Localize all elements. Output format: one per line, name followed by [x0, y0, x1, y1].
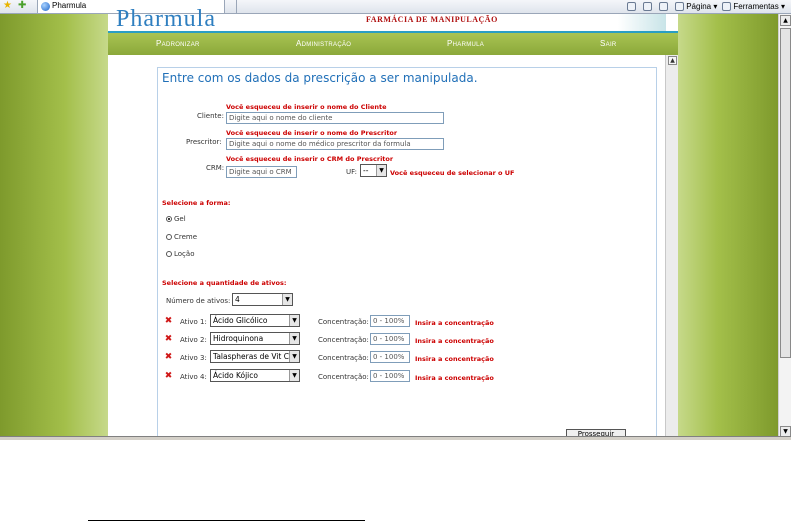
prescritor-label: Prescritor: [186, 138, 222, 146]
remove-ativo-4-icon[interactable]: ✖ [164, 372, 173, 381]
concentracao-1-label: Concentração: [318, 318, 369, 326]
ativo-1-label: Ativo 1: [180, 318, 207, 326]
remove-ativo-1-icon[interactable]: ✖ [164, 317, 173, 326]
document-rule-line [88, 520, 365, 521]
concentracao-3-label: Concentração: [318, 354, 369, 362]
ativos-count-select[interactable]: 4 ▼ [232, 293, 293, 306]
prescritor-input[interactable]: Digite aqui o nome do médico prescritor … [226, 138, 444, 150]
ativo-4-select[interactable]: Ácido Kójico ▼ [210, 369, 300, 382]
page-menu[interactable]: Página ▾ [675, 0, 717, 14]
crm-error: Você esqueceu de inserir o CRM do Prescr… [226, 155, 394, 163]
dropdown-arrow-icon[interactable]: ▼ [282, 294, 292, 305]
main-nav: Padronizar Administração Pharmula Sair [108, 33, 678, 55]
ativo-2-value: Hidroquinona [213, 334, 264, 343]
favorites-star-icon[interactable]: ★ [3, 0, 12, 11]
ativo-3-value: Talaspheras de Vit C [213, 352, 289, 361]
nav-administracao[interactable]: Administração [296, 39, 351, 48]
dropdown-arrow-icon[interactable]: ▼ [289, 370, 299, 381]
header-decoration [618, 14, 666, 32]
prescritor-error: Você esqueceu de inserir o nome do Presc… [226, 129, 398, 137]
scroll-up-icon[interactable]: ▲ [668, 56, 677, 65]
home-icon[interactable] [627, 0, 638, 14]
site-logo[interactable]: Pharmula [116, 6, 216, 33]
browser-status-strip [0, 436, 791, 440]
form-title: Entre com os dados da prescrição a ser m… [162, 71, 478, 85]
scrollbar-thumb[interactable] [780, 28, 791, 358]
nav-padronizar[interactable]: Padronizar [156, 39, 200, 48]
feeds-icon[interactable] [643, 0, 654, 14]
radio-checked-icon[interactable] [166, 216, 172, 222]
cliente-label: Cliente: [197, 112, 224, 120]
cliente-error: Você esqueceu de inserir o nome do Clien… [226, 103, 387, 111]
radio-unchecked-icon[interactable] [166, 251, 172, 257]
ativo-4-value: Ácido Kójico [213, 371, 258, 380]
print-icon[interactable] [659, 0, 670, 14]
crm-label: CRM: [206, 164, 225, 172]
site-tagline: FARMÁCIA DE MANIPULAÇÃO [366, 15, 498, 24]
concentracao-3-error: Insira a concentração [415, 355, 494, 363]
browser-tab-title: Pharmula [52, 1, 87, 10]
dropdown-arrow-icon[interactable]: ▼ [289, 351, 299, 362]
browser-screenshot: ★ ✚ Pharmula Página ▾ Ferramentas ▾ Phar… [0, 0, 791, 440]
radio-unchecked-icon[interactable] [166, 234, 172, 240]
nav-sair[interactable]: Sair [600, 39, 617, 48]
ativo-1-select[interactable]: Ácido Glicólico ▼ [210, 314, 300, 327]
concentracao-2-error: Insira a concentração [415, 337, 494, 345]
uf-select-value: -- [363, 166, 369, 175]
cliente-input[interactable]: Digite aqui o nome do cliente [226, 112, 444, 124]
uf-select[interactable]: -- ▼ [360, 164, 387, 177]
uf-error: Você esqueceu de selecionar o UF [390, 169, 515, 177]
ativo-3-label: Ativo 3: [180, 354, 207, 362]
uf-label: UF: [346, 168, 357, 176]
new-tab-button[interactable] [227, 0, 237, 14]
forma-option-creme[interactable]: Creme [166, 233, 197, 241]
left-green-border [0, 14, 108, 440]
ativo-3-select[interactable]: Talaspheras de Vit C ▼ [210, 350, 300, 363]
ativo-4-label: Ativo 4: [180, 373, 207, 381]
content-scrollbar[interactable]: ▲ [665, 55, 678, 440]
concentracao-2-label: Concentração: [318, 336, 369, 344]
dropdown-arrow-icon[interactable]: ▼ [289, 315, 299, 326]
ativos-section-title: Selecione a quantidade de ativos: [162, 279, 287, 287]
browser-command-bar: Página ▾ Ferramentas ▾ [627, 0, 785, 14]
ie-page-icon [41, 2, 50, 11]
right-green-border [678, 14, 778, 440]
concentracao-4-error: Insira a concentração [415, 374, 494, 382]
dropdown-arrow-icon[interactable]: ▼ [376, 165, 386, 176]
scroll-up-icon[interactable]: ▲ [780, 15, 791, 26]
forma-option-gel[interactable]: Gel [166, 215, 186, 223]
browser-scrollbar[interactable]: ▲ ▼ [778, 14, 791, 440]
tools-menu[interactable]: Ferramentas ▾ [722, 0, 785, 14]
remove-ativo-3-icon[interactable]: ✖ [164, 353, 173, 362]
dropdown-arrow-icon[interactable]: ▼ [289, 333, 299, 344]
concentracao-3-input[interactable]: 0 - 100% [370, 351, 410, 363]
ativos-count-label: Número de ativos: [166, 297, 231, 305]
crm-input[interactable]: Digite aqui o CRM [226, 166, 297, 178]
site-header: Pharmula FARMÁCIA DE MANIPULAÇÃO [108, 6, 678, 32]
ativo-2-select[interactable]: Hidroquinona ▼ [210, 332, 300, 345]
forma-section-title: Selecione a forma: [162, 199, 231, 207]
concentracao-4-label: Concentração: [318, 373, 369, 381]
concentracao-1-input[interactable]: 0 - 100% [370, 315, 410, 327]
concentracao-2-input[interactable]: 0 - 100% [370, 333, 410, 345]
nav-pharmula[interactable]: Pharmula [447, 39, 484, 48]
ativo-2-label: Ativo 2: [180, 336, 207, 344]
ativo-1-value: Ácido Glicólico [213, 316, 268, 325]
concentracao-4-input[interactable]: 0 - 100% [370, 370, 410, 382]
add-favorites-icon[interactable]: ✚ [18, 0, 26, 11]
concentracao-1-error: Insira a concentração [415, 319, 494, 327]
ativos-count-value: 4 [235, 295, 240, 304]
forma-option-locao[interactable]: Loção [166, 250, 194, 258]
remove-ativo-2-icon[interactable]: ✖ [164, 335, 173, 344]
